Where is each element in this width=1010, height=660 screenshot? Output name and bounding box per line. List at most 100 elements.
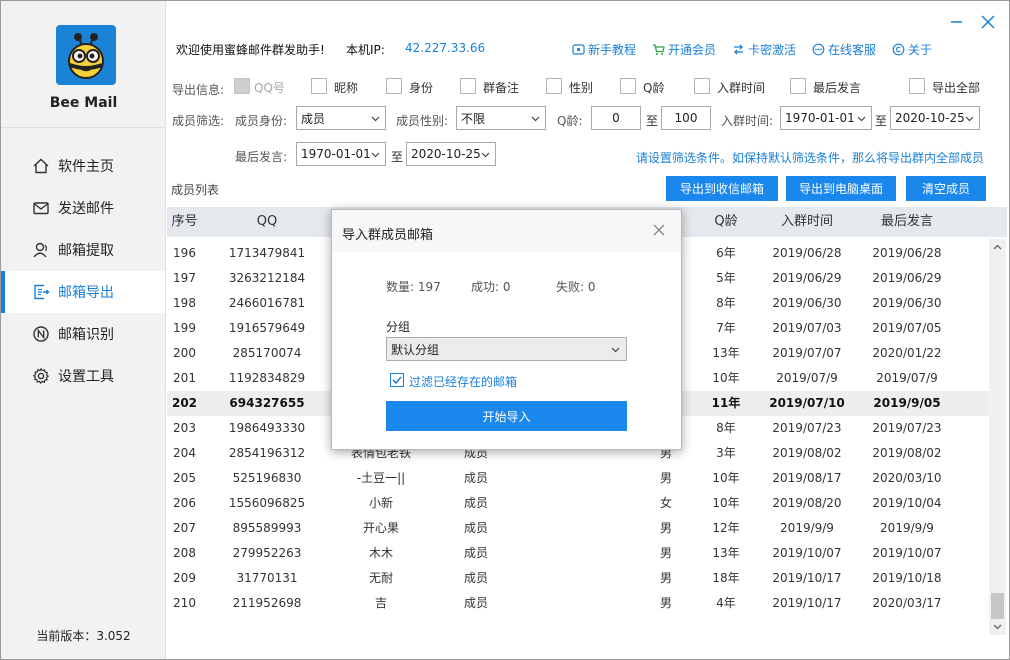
cell-last-speak: 2019/10/07 — [872, 546, 942, 560]
cell-qage: 11年 — [711, 396, 741, 410]
version-label: 当前版本：3.052 — [36, 629, 131, 643]
last-to-value: 2020-10-25 — [411, 147, 481, 161]
filter-existing-checkbox[interactable] — [390, 373, 404, 387]
table-row[interactable]: 210 211952698 吉 成员 男 4年 2019/10/17 2020/03/17 — [167, 591, 989, 616]
help-icon — [572, 44, 585, 55]
join-to-date[interactable]: 2020-10-25 — [890, 106, 980, 130]
cell-nickname: 无耐 — [368, 571, 393, 585]
join-from-date[interactable]: 1970-01-01 — [780, 106, 872, 130]
chevron-down-icon — [531, 116, 540, 122]
join-to-value: 2020-10-25 — [895, 111, 965, 125]
cell-no: 204 — [173, 446, 196, 460]
checkbox-last-speak-label: 最后发言 — [813, 81, 862, 95]
cell-last-speak: 2019/06/29 — [872, 271, 942, 285]
scroll-up-button[interactable] — [989, 239, 1006, 256]
qage-from-input[interactable]: 0 — [591, 106, 641, 130]
cell-no: 201 — [173, 371, 196, 385]
cell-qage: 13年 — [712, 546, 740, 560]
gear-icon — [32, 367, 50, 385]
sidebar-item-extract[interactable]: 邮箱提取 — [1, 229, 165, 271]
column-header-join-time[interactable]: 入群时间 — [757, 207, 857, 237]
sidebar-item-identify[interactable]: 邮箱识别 — [1, 313, 165, 355]
cell-no: 197 — [173, 271, 196, 285]
identity-select[interactable]: 成员 — [296, 106, 386, 130]
table-row[interactable]: 207 895589993 开心果 成员 男 12年 2019/9/9 2019/9/9 — [167, 516, 989, 541]
column-header-qage[interactable]: Q龄 — [705, 207, 747, 237]
cell-gender: 男 — [659, 546, 672, 560]
export-to-desktop-button[interactable]: 导出到电脑桌面 — [786, 176, 896, 201]
link-activate[interactable]: 卡密激活 — [732, 41, 796, 58]
cell-qq: 1556096825 — [228, 496, 306, 510]
chevron-down-icon — [481, 152, 490, 158]
start-import-button[interactable]: 开始导入 — [386, 401, 627, 431]
cell-join-time: 2019/10/17 — [772, 571, 842, 585]
cell-qq: 2854196312 — [228, 446, 306, 460]
gender-value: 不限 — [461, 111, 486, 126]
sidebar: Bee Mail 软件主页 发送邮件 邮箱提取 邮箱导出 邮箱识别 设置工具 当… — [1, 1, 166, 659]
gender-select[interactable]: 不限 — [456, 106, 546, 130]
sidebar-item-home[interactable]: 软件主页 — [1, 145, 165, 187]
last-from-date[interactable]: 1970-01-01 — [296, 142, 386, 166]
table-row[interactable]: 206 1556096825 小新 成员 女 10年 2019/08/20 2019/10/0… — [167, 491, 989, 516]
checkbox-qq-label: QQ号 — [254, 81, 285, 95]
cell-qage: 10年 — [712, 371, 740, 385]
cell-identity: 成员 — [463, 496, 488, 510]
checkbox-identity[interactable] — [386, 78, 402, 94]
link-tutorial[interactable]: 新手教程 — [572, 41, 636, 58]
group-select[interactable]: 默认分组 — [386, 337, 627, 361]
checkbox-qq[interactable] — [234, 78, 250, 94]
cell-qage: 10年 — [712, 496, 740, 510]
qage-to-input[interactable]: 100 — [661, 106, 711, 130]
cell-qq: 2466016781 — [228, 296, 306, 310]
checkbox-group-remark[interactable] — [460, 78, 476, 94]
cell-join-time: 2019/08/20 — [772, 496, 842, 510]
checkbox-identity-label: 身份 — [409, 81, 434, 95]
cell-join-time: 2019/07/07 — [772, 346, 842, 360]
user-icon — [33, 242, 47, 258]
import-count: 数量: 197 — [386, 280, 441, 294]
checkbox-nickname[interactable] — [311, 78, 327, 94]
link-label: 新手教程 — [588, 43, 637, 57]
table-row[interactable]: 209 31770131 无耐 成员 男 18年 2019/10/17 2019/10/18 — [167, 566, 989, 591]
table-row[interactable]: 205 525196830 -土豆一|| 成员 男 10年 2019/08/17 2020/0… — [167, 466, 989, 491]
link-about[interactable]: 关于 — [892, 41, 932, 58]
export-to-inbox-button[interactable]: 导出到收信邮箱 — [666, 176, 778, 201]
link-support[interactable]: 在线客服 — [812, 41, 876, 58]
bee-logo — [56, 25, 116, 85]
cell-qq: 1916579649 — [228, 321, 306, 335]
table-row[interactable]: 208 279952263 木木 成员 男 13年 2019/10/07 2019/10/07 — [167, 541, 989, 566]
sidebar-item-export[interactable]: 邮箱导出 — [1, 271, 165, 313]
cell-nickname: 木木 — [368, 546, 393, 560]
column-header-qq[interactable]: QQ — [217, 207, 317, 237]
filter-hint: 请设置筛选条件。如保持默认筛选条件，那么将导出群内全部成员 — [636, 151, 985, 165]
column-header-last-speak[interactable]: 最后发言 — [857, 207, 957, 237]
checkbox-join-time[interactable] — [694, 78, 710, 94]
scrollbar-thumb[interactable] — [991, 593, 1004, 619]
link-membership[interactable]: 开通会员 — [652, 41, 716, 58]
cell-qq: 1192834829 — [228, 371, 306, 385]
sidebar-item-settings[interactable]: 设置工具 — [1, 355, 165, 397]
cell-identity: 成员 — [463, 521, 488, 535]
checkbox-gender[interactable] — [546, 78, 562, 94]
cell-no: 210 — [173, 596, 196, 610]
checkbox-group-remark-label: 群备注 — [483, 81, 520, 95]
dialog-close-button[interactable] — [651, 222, 667, 238]
checkbox-qage[interactable] — [620, 78, 636, 94]
import-fail: 失败: 0 — [556, 280, 596, 294]
close-button[interactable] — [977, 11, 999, 33]
cell-gender: 男 — [659, 471, 672, 485]
sidebar-item-label: 设置工具 — [58, 369, 114, 385]
cell-no: 205 — [173, 471, 196, 485]
checkbox-join-time-label: 入群时间 — [717, 81, 766, 95]
clear-members-button[interactable]: 清空成员 — [906, 176, 986, 201]
checkbox-last-speak[interactable] — [790, 78, 806, 94]
sidebar-item-send-mail[interactable]: 发送邮件 — [1, 187, 165, 229]
column-header-no[interactable]: 序号 — [167, 207, 202, 237]
checkbox-export-all[interactable] — [909, 78, 925, 94]
cell-join-time: 2019/10/07 — [772, 546, 842, 560]
scroll-down-button[interactable] — [989, 618, 1006, 635]
chevron-down-icon — [993, 624, 1002, 630]
last-to-date[interactable]: 2020-10-25 — [406, 142, 496, 166]
scrollbar-track[interactable] — [989, 239, 1006, 635]
minimize-button[interactable] — [945, 11, 967, 33]
